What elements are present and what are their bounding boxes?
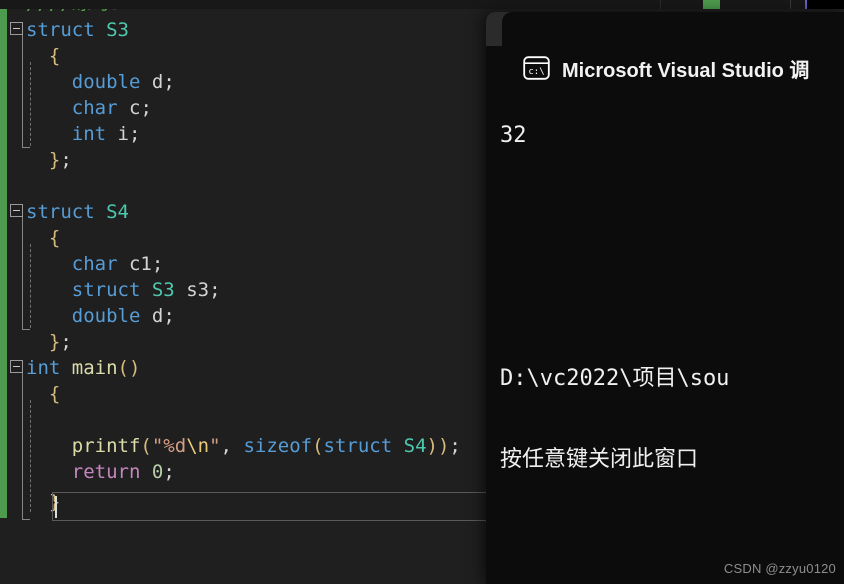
editor-scroll-annotation-strip[interactable]	[0, 0, 844, 9]
code-line-17: printf("%d\n", sizeof(struct S4));	[71, 435, 461, 457]
console-tab[interactable]	[502, 12, 844, 46]
code-line-12: double d;	[71, 305, 175, 327]
strip-separator-left	[660, 0, 661, 9]
csdn-watermark: CSDN @zzyu0120	[723, 561, 836, 576]
code-line-8: struct S4	[26, 201, 129, 223]
code-line-13: };	[48, 331, 72, 353]
code-line-6: };	[48, 149, 72, 171]
code-line-9: {	[48, 227, 61, 249]
console-line-1	[500, 203, 844, 230]
code-line-15: {	[48, 383, 61, 405]
console-line-0: 32	[500, 123, 527, 148]
text-caret	[55, 496, 57, 518]
code-line-18: return 0;	[71, 461, 175, 483]
console-window[interactable]: c:\ Microsoft Visual Studio 调 32 D:\vc20…	[486, 12, 844, 584]
code-line-5: int i;	[71, 123, 141, 145]
console-line-2	[500, 284, 844, 311]
code-line-3: double d;	[71, 71, 175, 93]
code-line-2: {	[48, 45, 61, 67]
strip-dark-region	[807, 0, 844, 9]
console-line-4: 按任意键关闭此窗口	[500, 447, 699, 472]
console-output: 32 D:\vc2022\项目\sou 按任意键关闭此窗口	[500, 68, 844, 527]
console-line-3: D:\vc2022\项目\sou	[500, 366, 730, 391]
code-line-14: int main()	[26, 357, 141, 379]
code-line-4: char c;	[71, 97, 152, 119]
code-line-10: char c1;	[71, 253, 164, 275]
code-line-11: struct S3 s3;	[71, 279, 221, 301]
code-line-1: struct S3	[26, 19, 129, 41]
strip-marker-green	[703, 0, 720, 9]
strip-separator-right	[790, 0, 791, 9]
